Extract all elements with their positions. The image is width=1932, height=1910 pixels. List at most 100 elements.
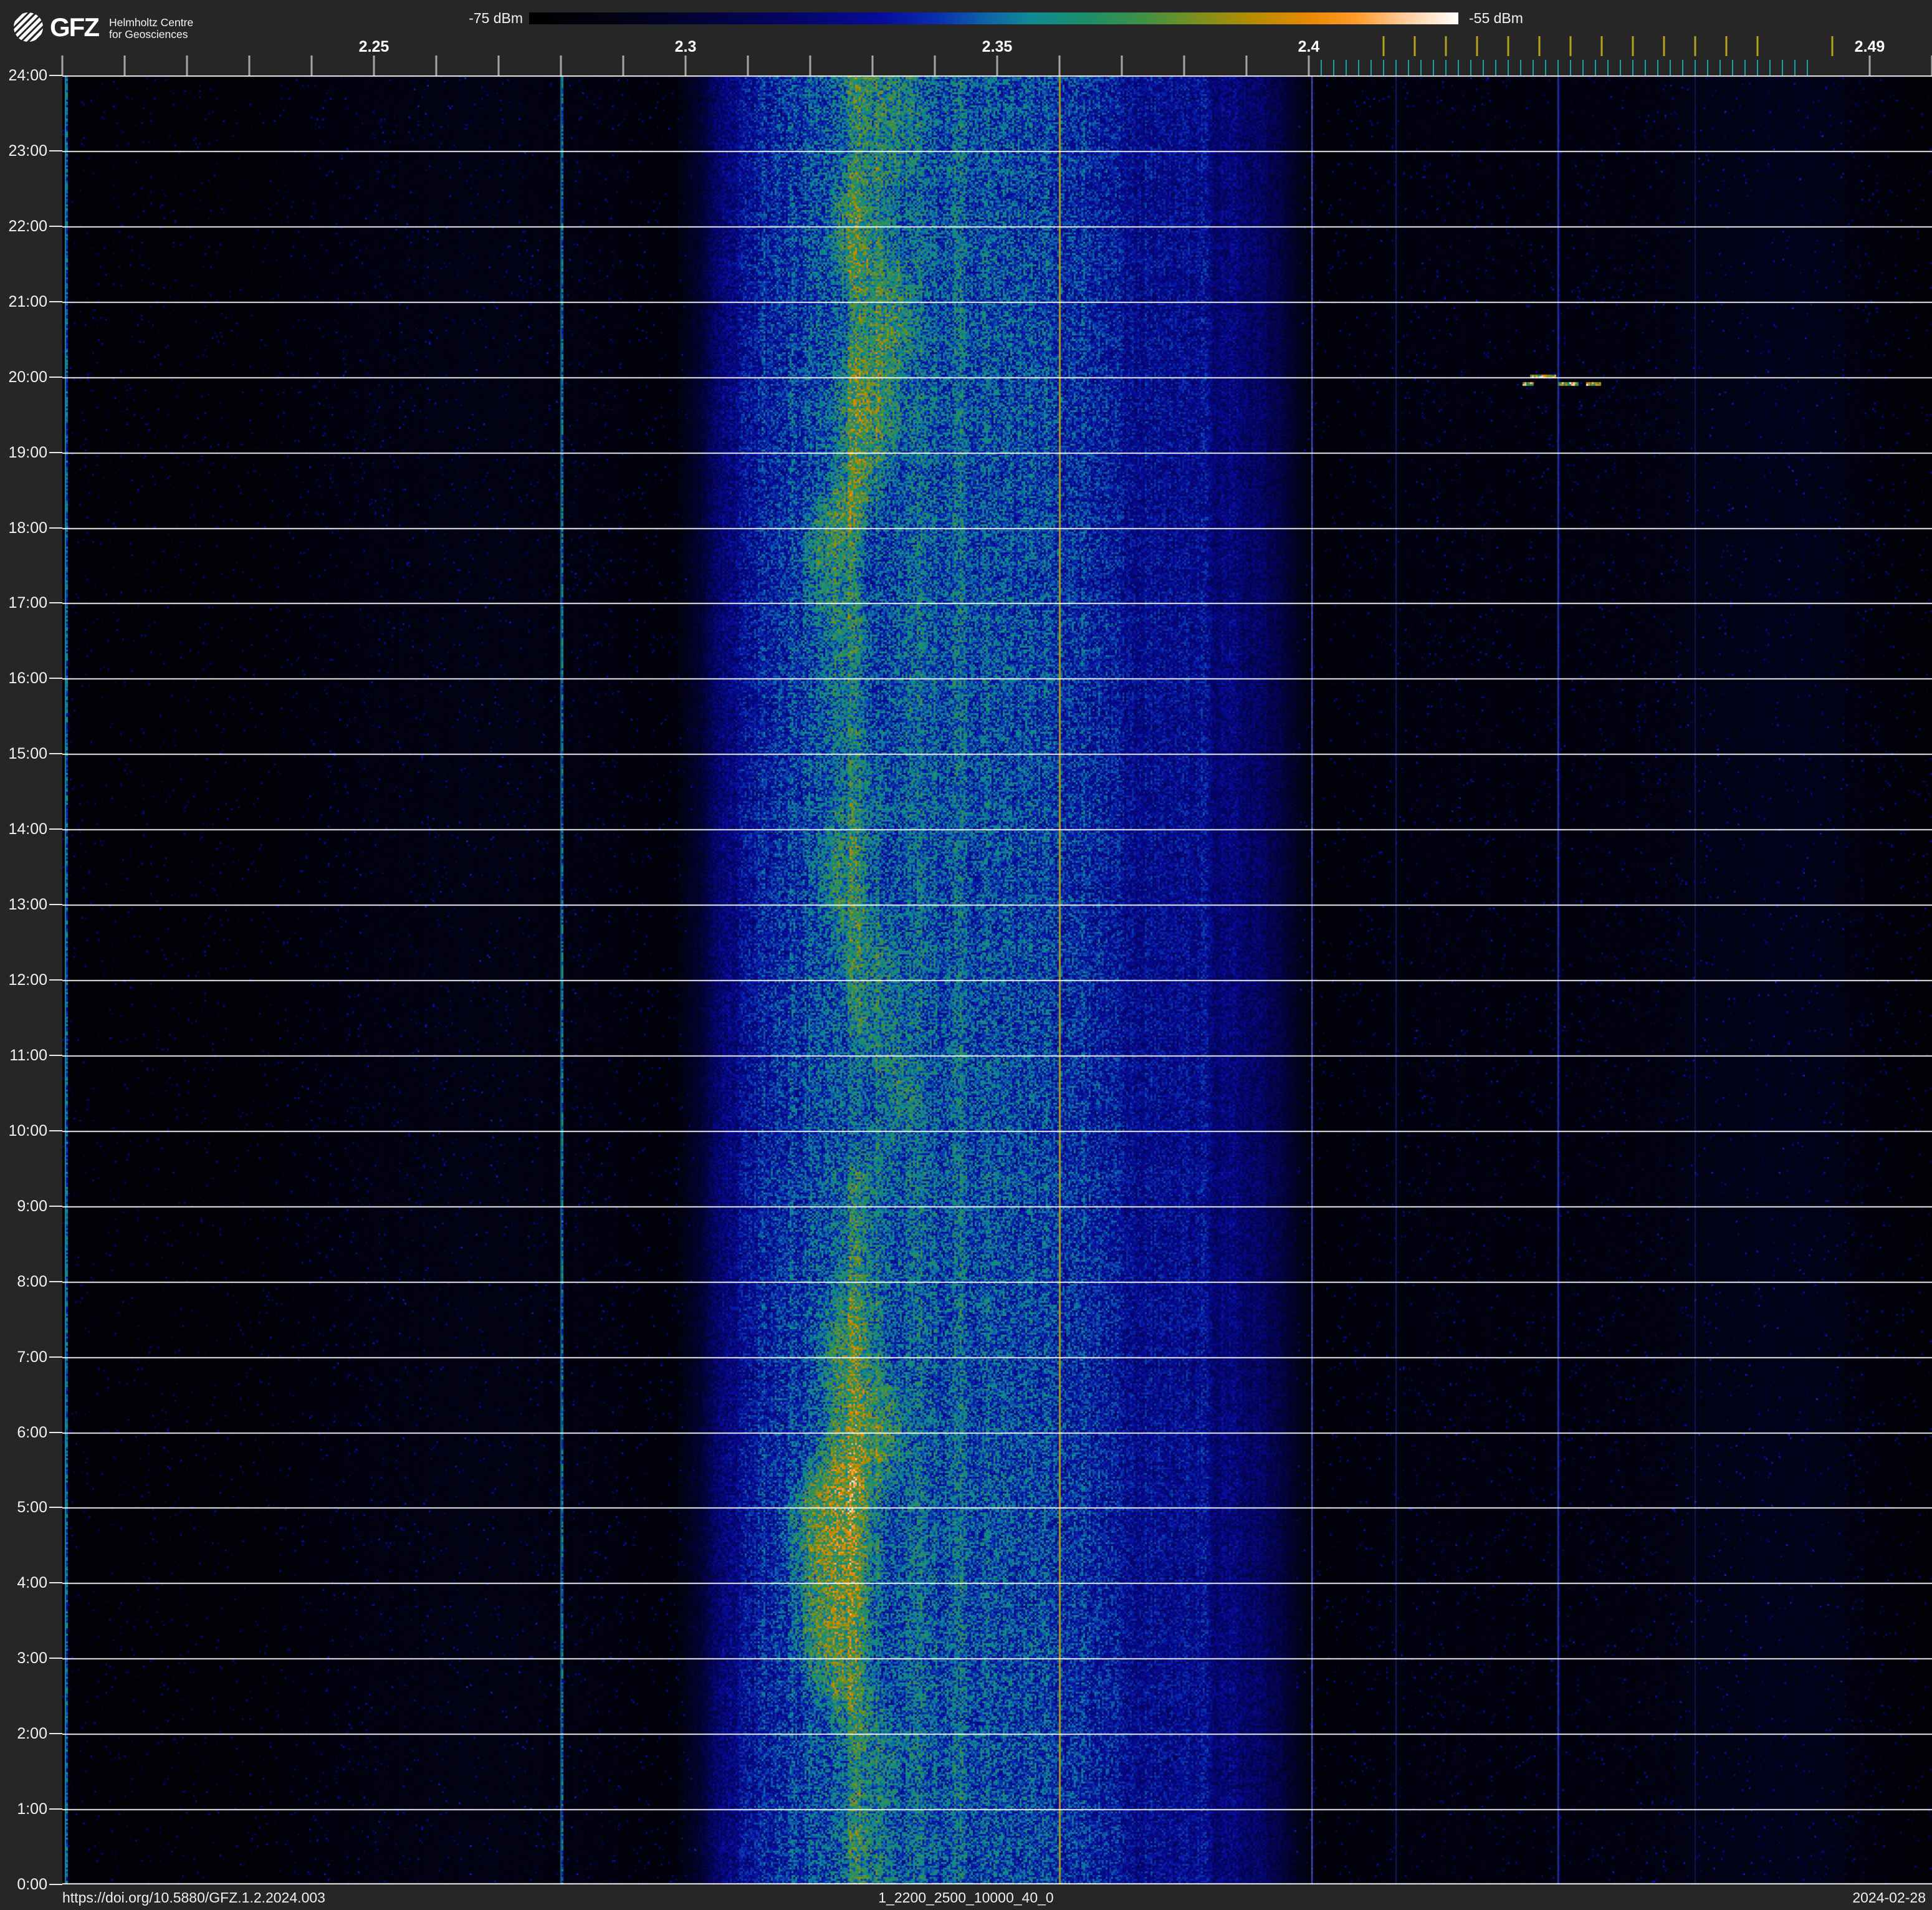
freq-minor-tick: [1868, 55, 1871, 75]
footer-doi-link: https://doi.org/10.5880/GFZ.1.2.2024.003: [62, 1889, 325, 1906]
time-axis-tick: [49, 1130, 62, 1131]
ble-channel-tick: [1420, 60, 1422, 75]
ble-channel-tick: [1395, 60, 1397, 75]
wifi-channel-tick: [1694, 36, 1696, 56]
ble-channel-tick: [1370, 60, 1372, 75]
time-axis-label: 10:00: [8, 1121, 47, 1140]
time-axis-label: 8:00: [17, 1272, 47, 1290]
time-axis-label: 1:00: [17, 1800, 47, 1818]
wifi-channel-tick: [1569, 36, 1572, 56]
time-axis-label: 14:00: [8, 820, 47, 838]
time-axis-tick: [49, 225, 62, 227]
wifi-channel-tick: [1476, 36, 1478, 56]
ble-channel-tick: [1582, 60, 1584, 75]
time-axis-tick: [49, 150, 62, 151]
ble-channel-tick: [1358, 60, 1359, 75]
freq-minor-tick: [1058, 55, 1061, 75]
time-axis-label: 16:00: [8, 669, 47, 688]
time-axis-tick: [49, 904, 62, 906]
ble-channel-tick: [1545, 60, 1546, 75]
time-axis-label: 6:00: [17, 1423, 47, 1441]
freq-minor-tick: [622, 55, 624, 75]
gfz-wordmark: GFZ: [50, 12, 100, 42]
wifi-channel-tick: [1756, 36, 1759, 56]
ble-channel-tick: [1657, 60, 1658, 75]
spectrogram-heatmap: [62, 75, 1932, 1884]
footer-dataset-id: 1_2200_2500_10000_40_0: [878, 1889, 1054, 1906]
wifi-channel-tick: [1663, 36, 1665, 56]
ble-channel-tick: [1757, 60, 1758, 75]
time-axis-tick: [49, 1431, 62, 1433]
time-axis-tick: [49, 1356, 62, 1358]
time-axis-label: 2:00: [17, 1725, 47, 1743]
ble-channel-tick: [1732, 60, 1733, 75]
wifi-channel-tick: [1413, 36, 1416, 56]
freq-axis-label: 2.49: [1854, 38, 1885, 55]
ble-channel-tick: [1470, 60, 1471, 75]
time-axis-label: 18:00: [8, 519, 47, 537]
time-axis-label: 21:00: [8, 292, 47, 310]
ble-channel-tick: [1769, 60, 1771, 75]
ble-channel-tick: [1782, 60, 1783, 75]
time-axis-tick: [49, 527, 62, 529]
time-axis-tick: [49, 753, 62, 755]
freq-minor-tick: [186, 55, 188, 75]
time-axis-label: 15:00: [8, 745, 47, 763]
ble-channel-tick: [1445, 60, 1447, 75]
wifi-channel-tick: [1831, 36, 1834, 56]
freq-minor-tick: [1308, 55, 1310, 75]
freq-minor-tick: [373, 55, 375, 75]
freq-axis-label: 2.35: [982, 38, 1013, 55]
ble-channel-tick: [1632, 60, 1633, 75]
freq-minor-tick: [61, 55, 64, 75]
time-axis-tick: [49, 1507, 62, 1509]
freq-minor-tick: [871, 55, 874, 75]
time-axis-label: 19:00: [8, 443, 47, 461]
ble-channel-tick: [1408, 60, 1409, 75]
ble-channel-tick: [1595, 60, 1596, 75]
ble-channel-tick: [1495, 60, 1496, 75]
time-axis-tick: [49, 1733, 62, 1735]
freq-minor-tick: [684, 55, 687, 75]
freq-minor-tick: [248, 55, 251, 75]
freq-minor-tick: [435, 55, 438, 75]
wifi-channel-tick: [1725, 36, 1728, 56]
ble-channel-tick: [1620, 60, 1621, 75]
time-axis-tick: [49, 678, 62, 679]
time-axis-label: 13:00: [8, 896, 47, 914]
time-axis-tick: [49, 1280, 62, 1282]
time-axis-label: 11:00: [9, 1046, 47, 1064]
freq-minor-tick: [497, 55, 500, 75]
org-name-line2: for Geosciences: [109, 27, 188, 41]
ble-channel-tick: [1383, 60, 1384, 75]
freq-minor-tick: [747, 55, 749, 75]
time-axis-tick: [49, 376, 62, 378]
ble-channel-tick: [1346, 60, 1347, 75]
ble-channel-tick: [1483, 60, 1484, 75]
ble-channel-tick: [1333, 60, 1334, 75]
time-axis-label: 23:00: [8, 142, 47, 160]
freq-axis-label: 2.25: [358, 38, 390, 55]
ble-channel-tick: [1744, 60, 1746, 75]
time-axis-tick: [49, 1808, 62, 1810]
time-axis-label: 24:00: [8, 67, 47, 84]
time-axis-tick: [49, 300, 62, 302]
wifi-channel-tick: [1382, 36, 1385, 56]
freq-axis-label: 2.3: [674, 38, 697, 55]
ble-channel-tick: [1807, 60, 1808, 75]
gfz-globe-icon: [14, 12, 43, 42]
freq-minor-tick: [996, 55, 998, 75]
spectrogram-waterfall-page: { "branding": { "org_short": "GFZ", "org…: [0, 0, 1932, 1910]
time-axis-label: 9:00: [17, 1197, 47, 1215]
time-axis-label: 0:00: [17, 1876, 47, 1893]
time-axis-tick: [49, 451, 62, 453]
time-axis-label: 5:00: [17, 1499, 47, 1517]
time-axis-label: 4:00: [17, 1574, 47, 1592]
time-axis-tick: [49, 1884, 62, 1885]
ble-channel-tick: [1719, 60, 1721, 75]
footer-date: 2024-02-28: [1852, 1889, 1926, 1906]
ble-channel-tick: [1520, 60, 1521, 75]
ble-channel-tick: [1607, 60, 1609, 75]
freq-minor-tick: [123, 55, 126, 75]
freq-minor-tick: [1183, 55, 1185, 75]
